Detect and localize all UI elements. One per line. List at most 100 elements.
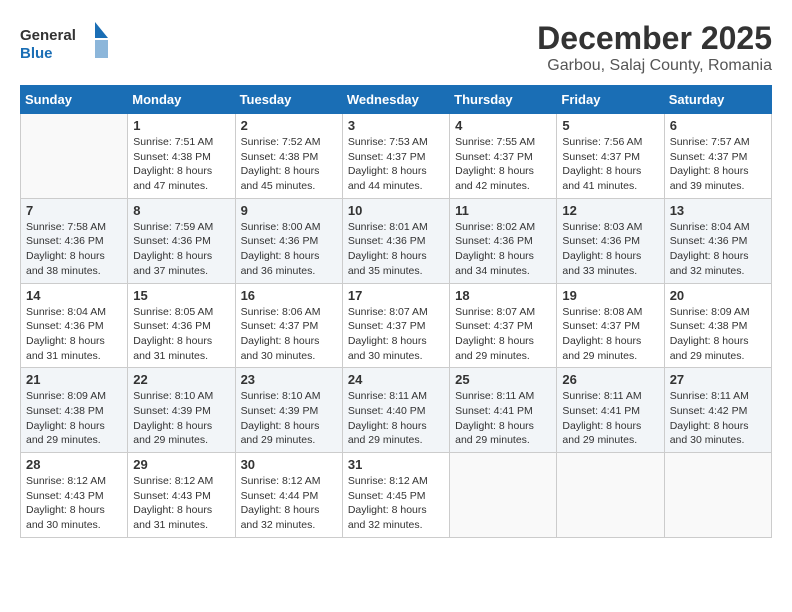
day-info: Sunrise: 8:11 AM Sunset: 4:41 PM Dayligh…: [455, 389, 551, 448]
day-number: 30: [241, 457, 337, 472]
day-info: Sunrise: 8:09 AM Sunset: 4:38 PM Dayligh…: [670, 305, 766, 364]
day-number: 20: [670, 288, 766, 303]
day-info: Sunrise: 7:52 AM Sunset: 4:38 PM Dayligh…: [241, 135, 337, 194]
calendar-cell: 4 Sunrise: 7:55 AM Sunset: 4:37 PM Dayli…: [450, 114, 557, 199]
calendar-cell: 11 Sunrise: 8:02 AM Sunset: 4:36 PM Dayl…: [450, 198, 557, 283]
day-info: Sunrise: 8:09 AM Sunset: 4:38 PM Dayligh…: [26, 389, 122, 448]
day-number: 19: [562, 288, 658, 303]
day-number: 21: [26, 372, 122, 387]
calendar-cell: 22 Sunrise: 8:10 AM Sunset: 4:39 PM Dayl…: [128, 368, 235, 453]
calendar-cell: 1 Sunrise: 7:51 AM Sunset: 4:38 PM Dayli…: [128, 114, 235, 199]
calendar-cell: 9 Sunrise: 8:00 AM Sunset: 4:36 PM Dayli…: [235, 198, 342, 283]
day-number: 26: [562, 372, 658, 387]
calendar-cell: 25 Sunrise: 8:11 AM Sunset: 4:41 PM Dayl…: [450, 368, 557, 453]
day-number: 9: [241, 203, 337, 218]
calendar-cell: 7 Sunrise: 7:58 AM Sunset: 4:36 PM Dayli…: [21, 198, 128, 283]
day-number: 17: [348, 288, 444, 303]
day-number: 18: [455, 288, 551, 303]
day-number: 24: [348, 372, 444, 387]
day-info: Sunrise: 8:11 AM Sunset: 4:40 PM Dayligh…: [348, 389, 444, 448]
calendar-cell: 30 Sunrise: 8:12 AM Sunset: 4:44 PM Dayl…: [235, 453, 342, 538]
calendar-cell: 27 Sunrise: 8:11 AM Sunset: 4:42 PM Dayl…: [664, 368, 771, 453]
day-number: 23: [241, 372, 337, 387]
calendar-cell: 6 Sunrise: 7:57 AM Sunset: 4:37 PM Dayli…: [664, 114, 771, 199]
day-info: Sunrise: 8:12 AM Sunset: 4:43 PM Dayligh…: [26, 474, 122, 533]
calendar-cell: 31 Sunrise: 8:12 AM Sunset: 4:45 PM Dayl…: [342, 453, 449, 538]
calendar-cell: 5 Sunrise: 7:56 AM Sunset: 4:37 PM Dayli…: [557, 114, 664, 199]
day-number: 2: [241, 118, 337, 133]
day-number: 7: [26, 203, 122, 218]
day-info: Sunrise: 8:12 AM Sunset: 4:45 PM Dayligh…: [348, 474, 444, 533]
svg-text:Blue: Blue: [20, 45, 53, 62]
day-info: Sunrise: 7:58 AM Sunset: 4:36 PM Dayligh…: [26, 220, 122, 279]
day-info: Sunrise: 8:11 AM Sunset: 4:41 PM Dayligh…: [562, 389, 658, 448]
weekday-header-monday: Monday: [128, 86, 235, 114]
calendar-cell: 21 Sunrise: 8:09 AM Sunset: 4:38 PM Dayl…: [21, 368, 128, 453]
day-number: 10: [348, 203, 444, 218]
calendar-cell: 20 Sunrise: 8:09 AM Sunset: 4:38 PM Dayl…: [664, 283, 771, 368]
weekday-header-thursday: Thursday: [450, 86, 557, 114]
calendar-cell: 14 Sunrise: 8:04 AM Sunset: 4:36 PM Dayl…: [21, 283, 128, 368]
day-number: 13: [670, 203, 766, 218]
calendar-cell: 23 Sunrise: 8:10 AM Sunset: 4:39 PM Dayl…: [235, 368, 342, 453]
day-info: Sunrise: 8:07 AM Sunset: 4:37 PM Dayligh…: [348, 305, 444, 364]
day-info: Sunrise: 7:57 AM Sunset: 4:37 PM Dayligh…: [670, 135, 766, 194]
day-info: Sunrise: 7:51 AM Sunset: 4:38 PM Dayligh…: [133, 135, 229, 194]
day-info: Sunrise: 8:10 AM Sunset: 4:39 PM Dayligh…: [241, 389, 337, 448]
calendar-cell: 2 Sunrise: 7:52 AM Sunset: 4:38 PM Dayli…: [235, 114, 342, 199]
weekday-header-saturday: Saturday: [664, 86, 771, 114]
day-info: Sunrise: 8:00 AM Sunset: 4:36 PM Dayligh…: [241, 220, 337, 279]
svg-text:General: General: [20, 27, 76, 44]
calendar-cell: 18 Sunrise: 8:07 AM Sunset: 4:37 PM Dayl…: [450, 283, 557, 368]
day-number: 8: [133, 203, 229, 218]
day-info: Sunrise: 8:04 AM Sunset: 4:36 PM Dayligh…: [26, 305, 122, 364]
calendar-cell: 16 Sunrise: 8:06 AM Sunset: 4:37 PM Dayl…: [235, 283, 342, 368]
calendar-cell: [450, 453, 557, 538]
weekday-header-wednesday: Wednesday: [342, 86, 449, 114]
day-number: 29: [133, 457, 229, 472]
day-number: 5: [562, 118, 658, 133]
day-info: Sunrise: 7:53 AM Sunset: 4:37 PM Dayligh…: [348, 135, 444, 194]
day-number: 3: [348, 118, 444, 133]
calendar-cell: 24 Sunrise: 8:11 AM Sunset: 4:40 PM Dayl…: [342, 368, 449, 453]
day-info: Sunrise: 8:03 AM Sunset: 4:36 PM Dayligh…: [562, 220, 658, 279]
day-number: 12: [562, 203, 658, 218]
day-info: Sunrise: 8:05 AM Sunset: 4:36 PM Dayligh…: [133, 305, 229, 364]
calendar-cell: 3 Sunrise: 7:53 AM Sunset: 4:37 PM Dayli…: [342, 114, 449, 199]
day-number: 28: [26, 457, 122, 472]
day-number: 22: [133, 372, 229, 387]
day-info: Sunrise: 8:11 AM Sunset: 4:42 PM Dayligh…: [670, 389, 766, 448]
day-info: Sunrise: 8:12 AM Sunset: 4:43 PM Dayligh…: [133, 474, 229, 533]
calendar-cell: 19 Sunrise: 8:08 AM Sunset: 4:37 PM Dayl…: [557, 283, 664, 368]
calendar-week-row: 1 Sunrise: 7:51 AM Sunset: 4:38 PM Dayli…: [21, 114, 772, 199]
calendar-header-row: SundayMondayTuesdayWednesdayThursdayFrid…: [21, 86, 772, 114]
day-number: 27: [670, 372, 766, 387]
calendar-cell: 17 Sunrise: 8:07 AM Sunset: 4:37 PM Dayl…: [342, 283, 449, 368]
calendar-cell: [21, 114, 128, 199]
day-number: 31: [348, 457, 444, 472]
weekday-header-friday: Friday: [557, 86, 664, 114]
month-title: December 2025: [537, 20, 772, 57]
page-header: General Blue December 2025 Garbou, Salaj…: [20, 20, 772, 75]
day-number: 25: [455, 372, 551, 387]
day-info: Sunrise: 8:04 AM Sunset: 4:36 PM Dayligh…: [670, 220, 766, 279]
day-number: 15: [133, 288, 229, 303]
calendar-week-row: 7 Sunrise: 7:58 AM Sunset: 4:36 PM Dayli…: [21, 198, 772, 283]
calendar-cell: 28 Sunrise: 8:12 AM Sunset: 4:43 PM Dayl…: [21, 453, 128, 538]
calendar-cell: 26 Sunrise: 8:11 AM Sunset: 4:41 PM Dayl…: [557, 368, 664, 453]
day-number: 4: [455, 118, 551, 133]
calendar-cell: [664, 453, 771, 538]
title-block: December 2025 Garbou, Salaj County, Roma…: [537, 20, 772, 75]
calendar-cell: 29 Sunrise: 8:12 AM Sunset: 4:43 PM Dayl…: [128, 453, 235, 538]
day-info: Sunrise: 8:06 AM Sunset: 4:37 PM Dayligh…: [241, 305, 337, 364]
day-info: Sunrise: 7:56 AM Sunset: 4:37 PM Dayligh…: [562, 135, 658, 194]
calendar-week-row: 14 Sunrise: 8:04 AM Sunset: 4:36 PM Dayl…: [21, 283, 772, 368]
day-number: 11: [455, 203, 551, 218]
day-info: Sunrise: 8:12 AM Sunset: 4:44 PM Dayligh…: [241, 474, 337, 533]
weekday-header-sunday: Sunday: [21, 86, 128, 114]
calendar-cell: 15 Sunrise: 8:05 AM Sunset: 4:36 PM Dayl…: [128, 283, 235, 368]
day-number: 16: [241, 288, 337, 303]
day-info: Sunrise: 8:07 AM Sunset: 4:37 PM Dayligh…: [455, 305, 551, 364]
day-info: Sunrise: 8:10 AM Sunset: 4:39 PM Dayligh…: [133, 389, 229, 448]
location-title: Garbou, Salaj County, Romania: [537, 57, 772, 75]
